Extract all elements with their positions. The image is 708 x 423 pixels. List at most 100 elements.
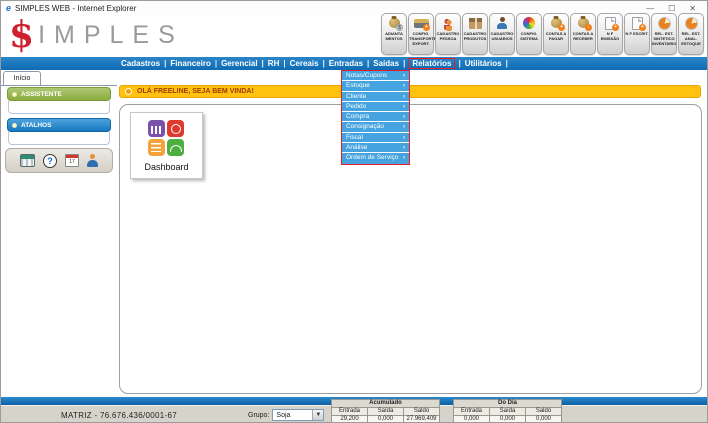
- gauge-tile-icon: [167, 139, 184, 156]
- acumulado-saida-value: 0,000: [368, 416, 404, 423]
- toolbar-button-nf-escrit[interactable]: N F ESCRIT.: [624, 13, 650, 55]
- help-question-icon[interactable]: [43, 154, 57, 168]
- dodia-saida-value: 0,000: [490, 416, 526, 423]
- document-plus-icon: [626, 16, 648, 30]
- people-icon: [437, 16, 459, 30]
- banner-dot-icon: [125, 88, 132, 95]
- globe-tile-icon: [167, 120, 184, 137]
- dropdown-item-analise[interactable]: Análise›: [342, 143, 409, 153]
- app-window: e SIMPLES WEB - Internet Explorer — ☐ ✕ …: [0, 0, 708, 423]
- toolbar-button-cadastro-pessoa[interactable]: CADASTRO PESSOA: [435, 13, 461, 55]
- menu-rh[interactable]: RH: [268, 59, 280, 68]
- menu-saidas[interactable]: Saídas: [373, 59, 399, 68]
- dropdown-item-estoque[interactable]: Estoque›: [342, 81, 409, 91]
- menu-relatorios[interactable]: Relatórios: [408, 58, 455, 69]
- simples-logo: $ IMPLES: [9, 15, 184, 55]
- status-bar: MATRIZ - 76.676.436/0001-67 Grupo: Soja …: [1, 405, 707, 423]
- submenu-arrow-icon: ›: [403, 153, 405, 163]
- truck-icon: [410, 16, 432, 30]
- toolbar-button-rel-est-estoque[interactable]: REL. EST. ANAL. ESTOQUE: [678, 13, 704, 55]
- window-title: SIMPLES WEB - Internet Explorer: [15, 4, 646, 13]
- toolbar-button-contas-a-receber[interactable]: CONTAS A RECEBER: [570, 13, 596, 55]
- menu-cadastros[interactable]: Cadastros: [121, 59, 160, 68]
- menu-gerencial[interactable]: Gerencial: [221, 59, 257, 68]
- atalhos-body: [8, 132, 110, 145]
- toolbar-button-cadastro-produtos[interactable]: CADASTRO PRODUTOS: [462, 13, 488, 55]
- main-panel: Dashboard: [119, 104, 702, 394]
- dropdown-item-compra[interactable]: Compra›: [342, 112, 409, 122]
- dropdown-item-ordem-de-servico[interactable]: Ordem de Serviço›: [342, 153, 409, 163]
- submenu-arrow-icon: ›: [403, 133, 405, 142]
- money-bag-plus-icon: [545, 16, 567, 30]
- user-icon: [491, 16, 513, 30]
- assistente-header[interactable]: ASSISTENTE: [7, 87, 111, 101]
- submenu-arrow-icon: ›: [403, 71, 405, 80]
- toolbar-button-contas-a-pagar[interactable]: CONTAS A PAGAR: [543, 13, 569, 55]
- dropdown-item-fiscal[interactable]: Fiscal›: [342, 133, 409, 143]
- calendar-icon[interactable]: 17: [65, 154, 79, 167]
- dollar-logo-glyph: $: [9, 15, 34, 55]
- acumulado-entrada-value: 29,200: [332, 416, 368, 423]
- toolbar-button-adiantamentos[interactable]: ADIANTA MENTOS: [381, 13, 407, 55]
- company-identifier: MATRIZ - 76.676.436/0001-67: [61, 411, 177, 420]
- toolbar-button-rel-est-inventario[interactable]: REL. EST. SINTETICO INVENTARIO: [651, 13, 677, 55]
- dropdown-item-cliente[interactable]: Cliente›: [342, 92, 409, 102]
- pie-chart-icon: [680, 16, 702, 30]
- main-menu-bar: Cadastros | Financeiro | Gerencial | RH …: [1, 57, 707, 70]
- sidebar-icon-tray: 17: [5, 148, 113, 173]
- table-row: 29,200 0,000 27.969,409: [332, 416, 440, 423]
- welcome-banner: OLÁ FREELINE, SEJA BEM VINDA!: [119, 85, 701, 98]
- tab-inicio[interactable]: Início: [3, 71, 41, 85]
- relatorios-dropdown-menu: Notas/Cupons› Estoque› Cliente› Pedido› …: [341, 70, 410, 165]
- close-button[interactable]: ✕: [689, 4, 696, 13]
- bullet-icon: [12, 123, 17, 128]
- do-dia-table: Do Dia Entrada Saída Saldo 0,000 0,000 0…: [453, 399, 562, 423]
- atalhos-panel: ATALHOS: [7, 118, 111, 145]
- submenu-arrow-icon: ›: [403, 92, 405, 101]
- bullet-icon: [12, 92, 17, 97]
- submenu-arrow-icon: ›: [403, 112, 405, 121]
- dashboard-shortcut[interactable]: Dashboard: [130, 112, 203, 179]
- submenu-arrow-icon: ›: [403, 143, 405, 152]
- submenu-arrow-icon: ›: [403, 102, 405, 111]
- dashboard-icon: [148, 120, 186, 158]
- toolbar-button-cadastro-usuarios[interactable]: CADASTRO USUÁRIOS: [489, 13, 515, 55]
- tab-strip-line: [1, 85, 117, 86]
- toolbar-button-config-transporte[interactable]: CONFIG. TRANSPORTE EXPORT.: [408, 13, 434, 55]
- calculator-icon[interactable]: [20, 154, 35, 167]
- document-plus-icon: [599, 16, 621, 30]
- palette-icon: [518, 16, 540, 30]
- assistente-body: [8, 101, 110, 114]
- money-bag-icon: [383, 16, 405, 30]
- minimize-button[interactable]: —: [646, 4, 654, 13]
- dropdown-item-pedido[interactable]: Pedido›: [342, 102, 409, 112]
- table-row: 0,000 0,000 0,000: [454, 416, 562, 423]
- quick-access-toolbar: ADIANTA MENTOS CONFIG. TRANSPORTE EXPORT…: [381, 13, 704, 55]
- dropdown-item-notas-cupons[interactable]: Notas/Cupons›: [342, 71, 409, 81]
- money-bag-down-icon: [572, 16, 594, 30]
- menu-financeiro[interactable]: Financeiro: [170, 59, 210, 68]
- dropdown-item-consignacao[interactable]: Consignação›: [342, 122, 409, 132]
- chevron-down-icon: ▼: [312, 410, 323, 420]
- person-icon[interactable]: [87, 154, 98, 168]
- list-tile-icon: [148, 139, 165, 156]
- logo-text: IMPLES: [38, 21, 184, 50]
- acumulado-table: Acumulado Entrada Saída Saldo 29,200 0,0…: [331, 399, 440, 423]
- menu-entradas[interactable]: Entradas: [329, 59, 363, 68]
- bar-chart-tile-icon: [148, 120, 165, 137]
- package-icon: [464, 16, 486, 30]
- menu-cereais[interactable]: Cereais: [290, 59, 319, 68]
- grupo-control: Grupo: Soja ▼: [248, 409, 324, 421]
- assistente-panel: ASSISTENTE: [7, 87, 111, 114]
- dodia-saldo-value: 0,000: [526, 416, 562, 423]
- pie-chart-icon: [653, 16, 675, 30]
- atalhos-header[interactable]: ATALHOS: [7, 118, 111, 132]
- grupo-select[interactable]: Soja ▼: [272, 409, 324, 421]
- dodia-entrada-value: 0,000: [454, 416, 490, 423]
- menu-utilitarios[interactable]: Utilitários: [465, 59, 502, 68]
- acumulado-saldo-value: 27.969,409: [404, 416, 440, 423]
- submenu-arrow-icon: ›: [403, 122, 405, 131]
- toolbar-button-nf-emissao[interactable]: N F EMISSÃO: [597, 13, 623, 55]
- maximize-button[interactable]: ☐: [668, 4, 675, 13]
- toolbar-button-config-sistema[interactable]: CONFIG. SISTEMA: [516, 13, 542, 55]
